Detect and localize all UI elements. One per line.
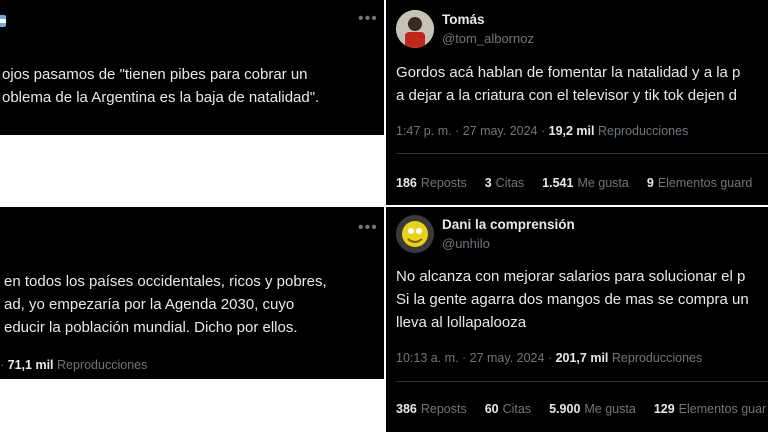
engagement-stats: 186 Reposts 3 Citas 1.541 Me gusta 9 Elementos … xyxy=(396,176,768,190)
reposts-label[interactable]: Reposts xyxy=(421,176,467,190)
tweet-text-line: a dejar a la criatura con el televisor y… xyxy=(396,87,738,104)
white-gap xyxy=(0,135,384,205)
tweet-text-line: Si la gente agarra dos mangos de mas se … xyxy=(396,291,749,308)
tweet-text-line: lleva al lollapalooza xyxy=(396,314,527,331)
divider xyxy=(396,153,768,154)
user-handle[interactable]: @tom_albornoz xyxy=(442,31,534,46)
views-count: 19,2 mil xyxy=(548,124,595,138)
argentina-flag-icon xyxy=(0,15,6,27)
divider xyxy=(396,381,768,382)
likes-label[interactable]: Me gusta xyxy=(584,402,635,416)
quotes-count[interactable]: 3 xyxy=(485,176,492,190)
tweet-meta: 10:13 a. m. · 27 may. 2024 · 201,7 mil R… xyxy=(396,351,702,365)
bookmarks-label[interactable]: Elementos guard xyxy=(658,176,753,190)
tweet-text-line: ojos pasamos de "tienen pibes para cobra… xyxy=(2,66,308,83)
bookmarks-count[interactable]: 9 xyxy=(647,176,654,190)
white-gap xyxy=(0,379,384,432)
tweet-text-line: oblema de la Argentina es la baja de nat… xyxy=(2,89,320,106)
bookmarks-label[interactable]: Elementos guar xyxy=(679,402,767,416)
timestamp[interactable]: 1:47 p. m. · 27 may. 2024 · xyxy=(396,124,549,138)
tweet-meta: 1:47 p. m. · 27 may. 2024 · 19,2 mil Rep… xyxy=(396,124,688,138)
engagement-stats: 386 Reposts 60 Citas 5.900 Me gusta 129 Element… xyxy=(396,402,768,416)
more-options-icon[interactable]: ••• xyxy=(358,219,378,237)
reposts-label[interactable]: Reposts xyxy=(421,402,467,416)
tweet-card-1[interactable]: ••• ojos pasamos de "tienen pibes para c… xyxy=(0,0,384,135)
quotes-count[interactable]: 60 xyxy=(485,402,499,416)
user-handle[interactable]: @unhilo xyxy=(442,236,490,251)
separator: · xyxy=(0,358,5,372)
views-count: 201,7 mil xyxy=(555,351,609,365)
views-label: Reproducciones xyxy=(57,358,148,372)
tweet-card-2[interactable]: Tomás @tom_albornoz Gordos acá hablan de… xyxy=(386,0,768,205)
views-label: Reproducciones xyxy=(611,351,703,365)
avatar[interactable] xyxy=(396,215,434,253)
tweet-text-line: No alcanza con mejorar salarios para sol… xyxy=(396,268,746,285)
tweet-card-4[interactable]: Dani la comprensión @unhilo No alcanza c… xyxy=(386,207,768,432)
likes-count[interactable]: 5.900 xyxy=(549,402,580,416)
timestamp[interactable]: 10:13 a. m. · 27 may. 2024 · xyxy=(396,351,556,365)
user-name[interactable]: Dani la comprensión xyxy=(442,217,575,232)
tweet-meta: · 71,1 mil Reproducciones xyxy=(0,358,147,372)
tweet-text-line: ad, yo empezaría por la Agenda 2030, cuy… xyxy=(4,296,295,313)
views-count: 71,1 mil xyxy=(7,358,54,372)
more-options-icon[interactable]: ••• xyxy=(358,10,378,28)
likes-label[interactable]: Me gusta xyxy=(577,176,628,190)
reposts-count[interactable]: 186 xyxy=(396,176,417,190)
tweet-card-3[interactable]: ••• en todos los países occidentales, ri… xyxy=(0,207,384,379)
reposts-count[interactable]: 386 xyxy=(396,402,417,416)
likes-count[interactable]: 1.541 xyxy=(542,176,573,190)
avatar[interactable] xyxy=(396,10,434,48)
user-name[interactable]: Tomás xyxy=(442,12,485,27)
tweet-text-line: Gordos acá hablan de fomentar la natalid… xyxy=(396,64,741,81)
quotes-label[interactable]: Citas xyxy=(503,402,531,416)
quotes-label[interactable]: Citas xyxy=(496,176,524,190)
tweet-text-line: en todos los países occidentales, ricos … xyxy=(4,273,327,290)
bookmarks-count[interactable]: 129 xyxy=(654,402,675,416)
views-label: Reproducciones xyxy=(597,124,689,138)
tweet-text-line: educir la población mundial. Dicho por e… xyxy=(4,319,298,336)
